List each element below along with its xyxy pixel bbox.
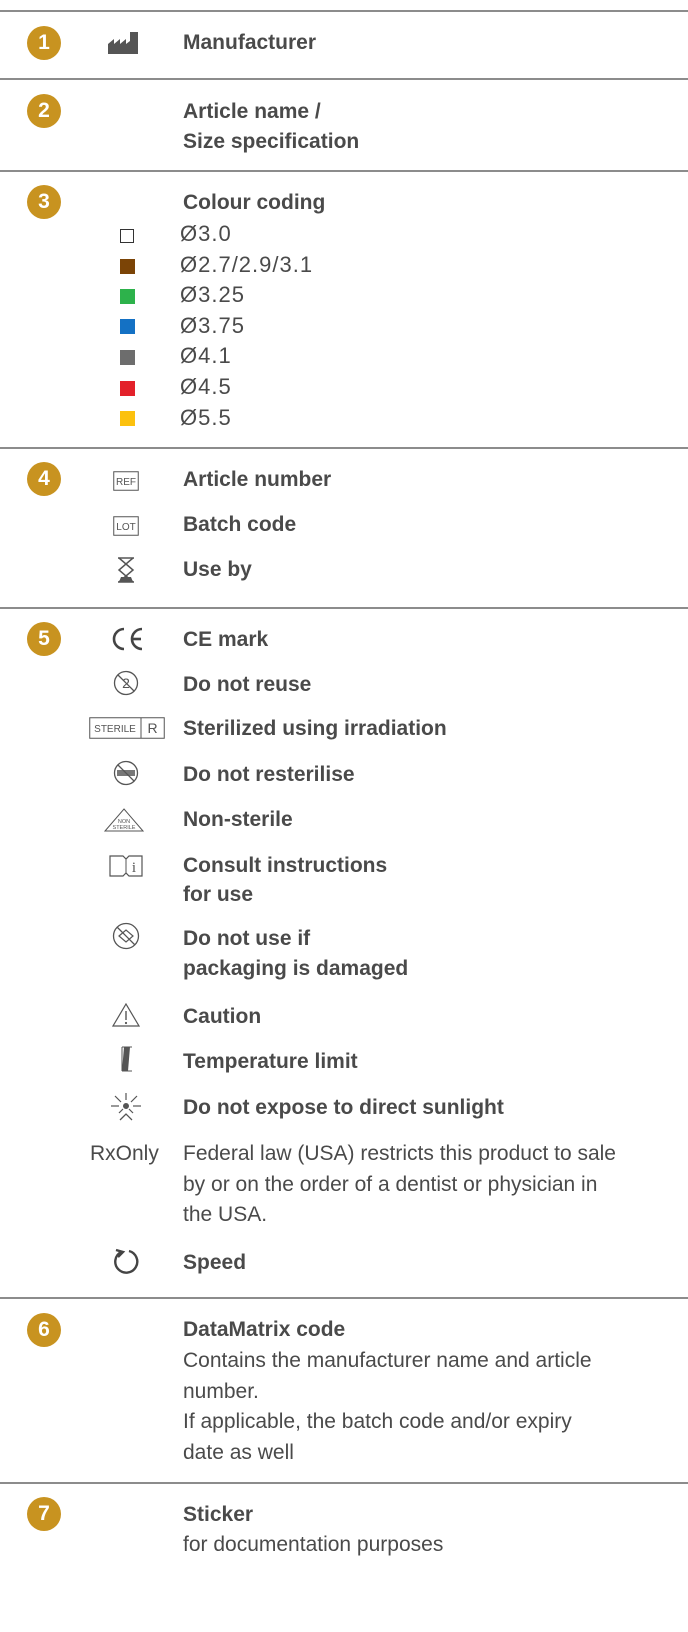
colour-swatch-blue xyxy=(120,319,135,334)
svg-text:R: R xyxy=(147,720,157,736)
section-number-7: 7 xyxy=(27,1497,61,1531)
caution-label: Caution xyxy=(183,1005,262,1028)
ce-mark-icon xyxy=(112,627,143,651)
size-label: Ø2.7/2.9/3.1 xyxy=(180,252,314,277)
temperature-limit-icon xyxy=(121,1046,132,1072)
size-specification-label: Size specification xyxy=(183,130,360,153)
size-label: Ø4.5 xyxy=(180,374,232,399)
consult-instructions-icon: i xyxy=(109,855,143,877)
section-number-5: 5 xyxy=(27,622,61,656)
colour-swatch-green xyxy=(120,289,135,304)
svg-text:LOT: LOT xyxy=(116,522,135,533)
do-not-reuse-icon: 2 xyxy=(113,670,139,696)
size-label: Ø3.0 xyxy=(180,221,232,246)
size-label: Ø3.25 xyxy=(180,282,245,307)
sticker-title: Sticker xyxy=(183,1503,254,1526)
divider xyxy=(0,447,688,449)
batch-code-label: Batch code xyxy=(183,513,297,536)
size-label: Ø3.75 xyxy=(180,313,245,338)
colour-swatch-yellow xyxy=(120,411,135,426)
consult-instructions-label-2: for use xyxy=(183,883,254,906)
sticker-text: for documentation purposes xyxy=(183,1533,444,1556)
datamatrix-text-3: If applicable, the batch code and/or exp… xyxy=(183,1410,572,1433)
svg-text:REF: REF xyxy=(116,477,136,488)
consult-instructions-label: Consult instructions xyxy=(183,854,388,877)
caution-icon xyxy=(112,1003,140,1027)
sunlight-label: Do not expose to direct sunlight xyxy=(183,1096,504,1119)
article-name-label: Article name / xyxy=(183,100,321,123)
sunlight-icon xyxy=(111,1093,141,1121)
hourglass-icon xyxy=(117,557,135,583)
damaged-packaging-label-2: packaging is damaged xyxy=(183,957,409,980)
section-number-3: 3 xyxy=(27,185,61,219)
rx-only-text-2: by or on the order of a dentist or physi… xyxy=(183,1173,598,1196)
sterile-r-icon: STERILE R xyxy=(89,717,165,739)
colour-swatch-grey xyxy=(120,350,135,365)
svg-text:STERILE: STERILE xyxy=(113,825,136,831)
colour-swatch-red xyxy=(120,381,135,396)
rx-only-text: Federal law (USA) restricts this product… xyxy=(183,1142,616,1165)
size-label: Ø4.1 xyxy=(180,343,232,368)
divider xyxy=(0,607,688,609)
colour-coding-title: Colour coding xyxy=(183,191,326,214)
divider xyxy=(0,1482,688,1484)
do-not-resterilise-icon xyxy=(113,760,139,786)
article-number-label: Article number xyxy=(183,468,332,491)
svg-text:STERILE: STERILE xyxy=(94,724,136,735)
section-number-2: 2 xyxy=(27,94,61,128)
use-by-label: Use by xyxy=(183,558,252,581)
datamatrix-text-4: date as well xyxy=(183,1441,294,1464)
divider xyxy=(0,1297,688,1299)
damaged-packaging-icon xyxy=(112,922,140,950)
divider xyxy=(0,170,688,172)
damaged-packaging-label: Do not use if xyxy=(183,927,311,950)
section-number-1: 1 xyxy=(27,26,61,60)
colour-swatch-white xyxy=(120,229,134,243)
datamatrix-title: DataMatrix code xyxy=(183,1318,346,1341)
section-number-6: 6 xyxy=(27,1313,61,1347)
speed-icon xyxy=(114,1248,139,1274)
ref-icon: REF xyxy=(113,471,139,491)
manufacturer-label: Manufacturer xyxy=(183,31,317,54)
non-sterile-icon: NON STERILE xyxy=(104,808,144,832)
size-label: Ø5.5 xyxy=(180,405,232,430)
datamatrix-text-2: number. xyxy=(183,1380,259,1403)
ce-mark-label: CE mark xyxy=(183,628,269,651)
rx-only-symbol: RxOnly xyxy=(90,1142,159,1165)
colour-swatch-brown xyxy=(120,259,135,274)
divider xyxy=(0,78,688,80)
datamatrix-text: Contains the manufacturer name and artic… xyxy=(183,1349,592,1372)
do-not-reuse-label: Do not reuse xyxy=(183,673,312,696)
non-sterile-label: Non-sterile xyxy=(183,808,293,831)
divider xyxy=(0,10,688,12)
sterilized-label: Sterilized using irradiation xyxy=(183,717,447,740)
speed-label: Speed xyxy=(183,1251,247,1274)
temperature-limit-label: Temperature limit xyxy=(183,1050,358,1073)
svg-text:i: i xyxy=(132,860,136,876)
factory-icon xyxy=(108,32,138,54)
do-not-resterilise-label: Do not resterilise xyxy=(183,763,355,786)
lot-icon: LOT xyxy=(113,516,139,536)
section-number-4: 4 xyxy=(27,462,61,496)
rx-only-text-3: the USA. xyxy=(183,1203,268,1226)
